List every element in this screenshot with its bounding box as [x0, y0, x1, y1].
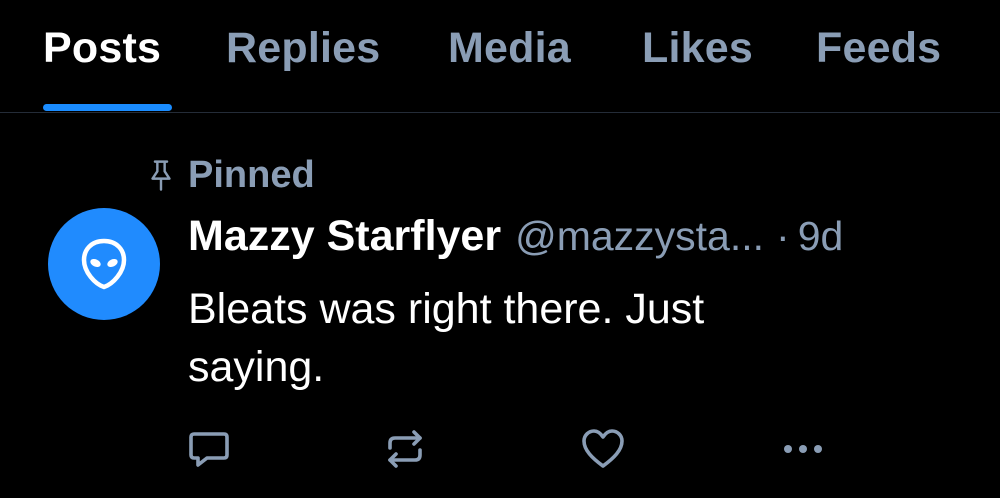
- post-actions: [0, 420, 1000, 480]
- post-text: Bleats was right there. Just saying.: [188, 285, 705, 391]
- post-timestamp[interactable]: 9d: [798, 213, 844, 260]
- active-tab-indicator: [43, 104, 172, 111]
- avatar[interactable]: [48, 208, 160, 320]
- reply-button[interactable]: [186, 426, 232, 472]
- tab-media[interactable]: Media: [448, 22, 571, 113]
- more-options-button[interactable]: [780, 426, 826, 472]
- tab-posts[interactable]: Posts: [43, 22, 172, 113]
- tab-replies[interactable]: Replies: [226, 22, 380, 113]
- alien-icon: [81, 238, 127, 290]
- author-handle[interactable]: @mazzysta...: [515, 213, 764, 260]
- tab-media-label: Media: [448, 24, 571, 72]
- reply-icon: [189, 432, 229, 467]
- pin-icon: [151, 160, 171, 191]
- profile-tabs: Posts Replies Media Likes Feeds: [0, 0, 1000, 113]
- tab-feeds[interactable]: Feeds: [816, 22, 941, 113]
- more-icon: [784, 445, 822, 453]
- author-name[interactable]: Mazzy Starflyer: [188, 212, 501, 261]
- tab-posts-label: Posts: [43, 24, 162, 72]
- like-button[interactable]: [580, 426, 626, 472]
- tab-feeds-label: Feeds: [816, 24, 942, 72]
- repost-button[interactable]: [382, 426, 428, 472]
- pinned-label: Pinned: [188, 153, 315, 196]
- repost-icon: [388, 430, 422, 468]
- tab-likes-label: Likes: [642, 24, 753, 72]
- pinned-indicator: Pinned: [146, 152, 315, 198]
- tab-replies-label: Replies: [226, 24, 381, 72]
- tab-likes[interactable]: Likes: [642, 22, 753, 113]
- separator-dot: ·: [776, 213, 790, 259]
- post-header: Mazzy Starflyer @mazzysta... · 9d: [188, 212, 968, 272]
- heart-icon: [582, 429, 624, 468]
